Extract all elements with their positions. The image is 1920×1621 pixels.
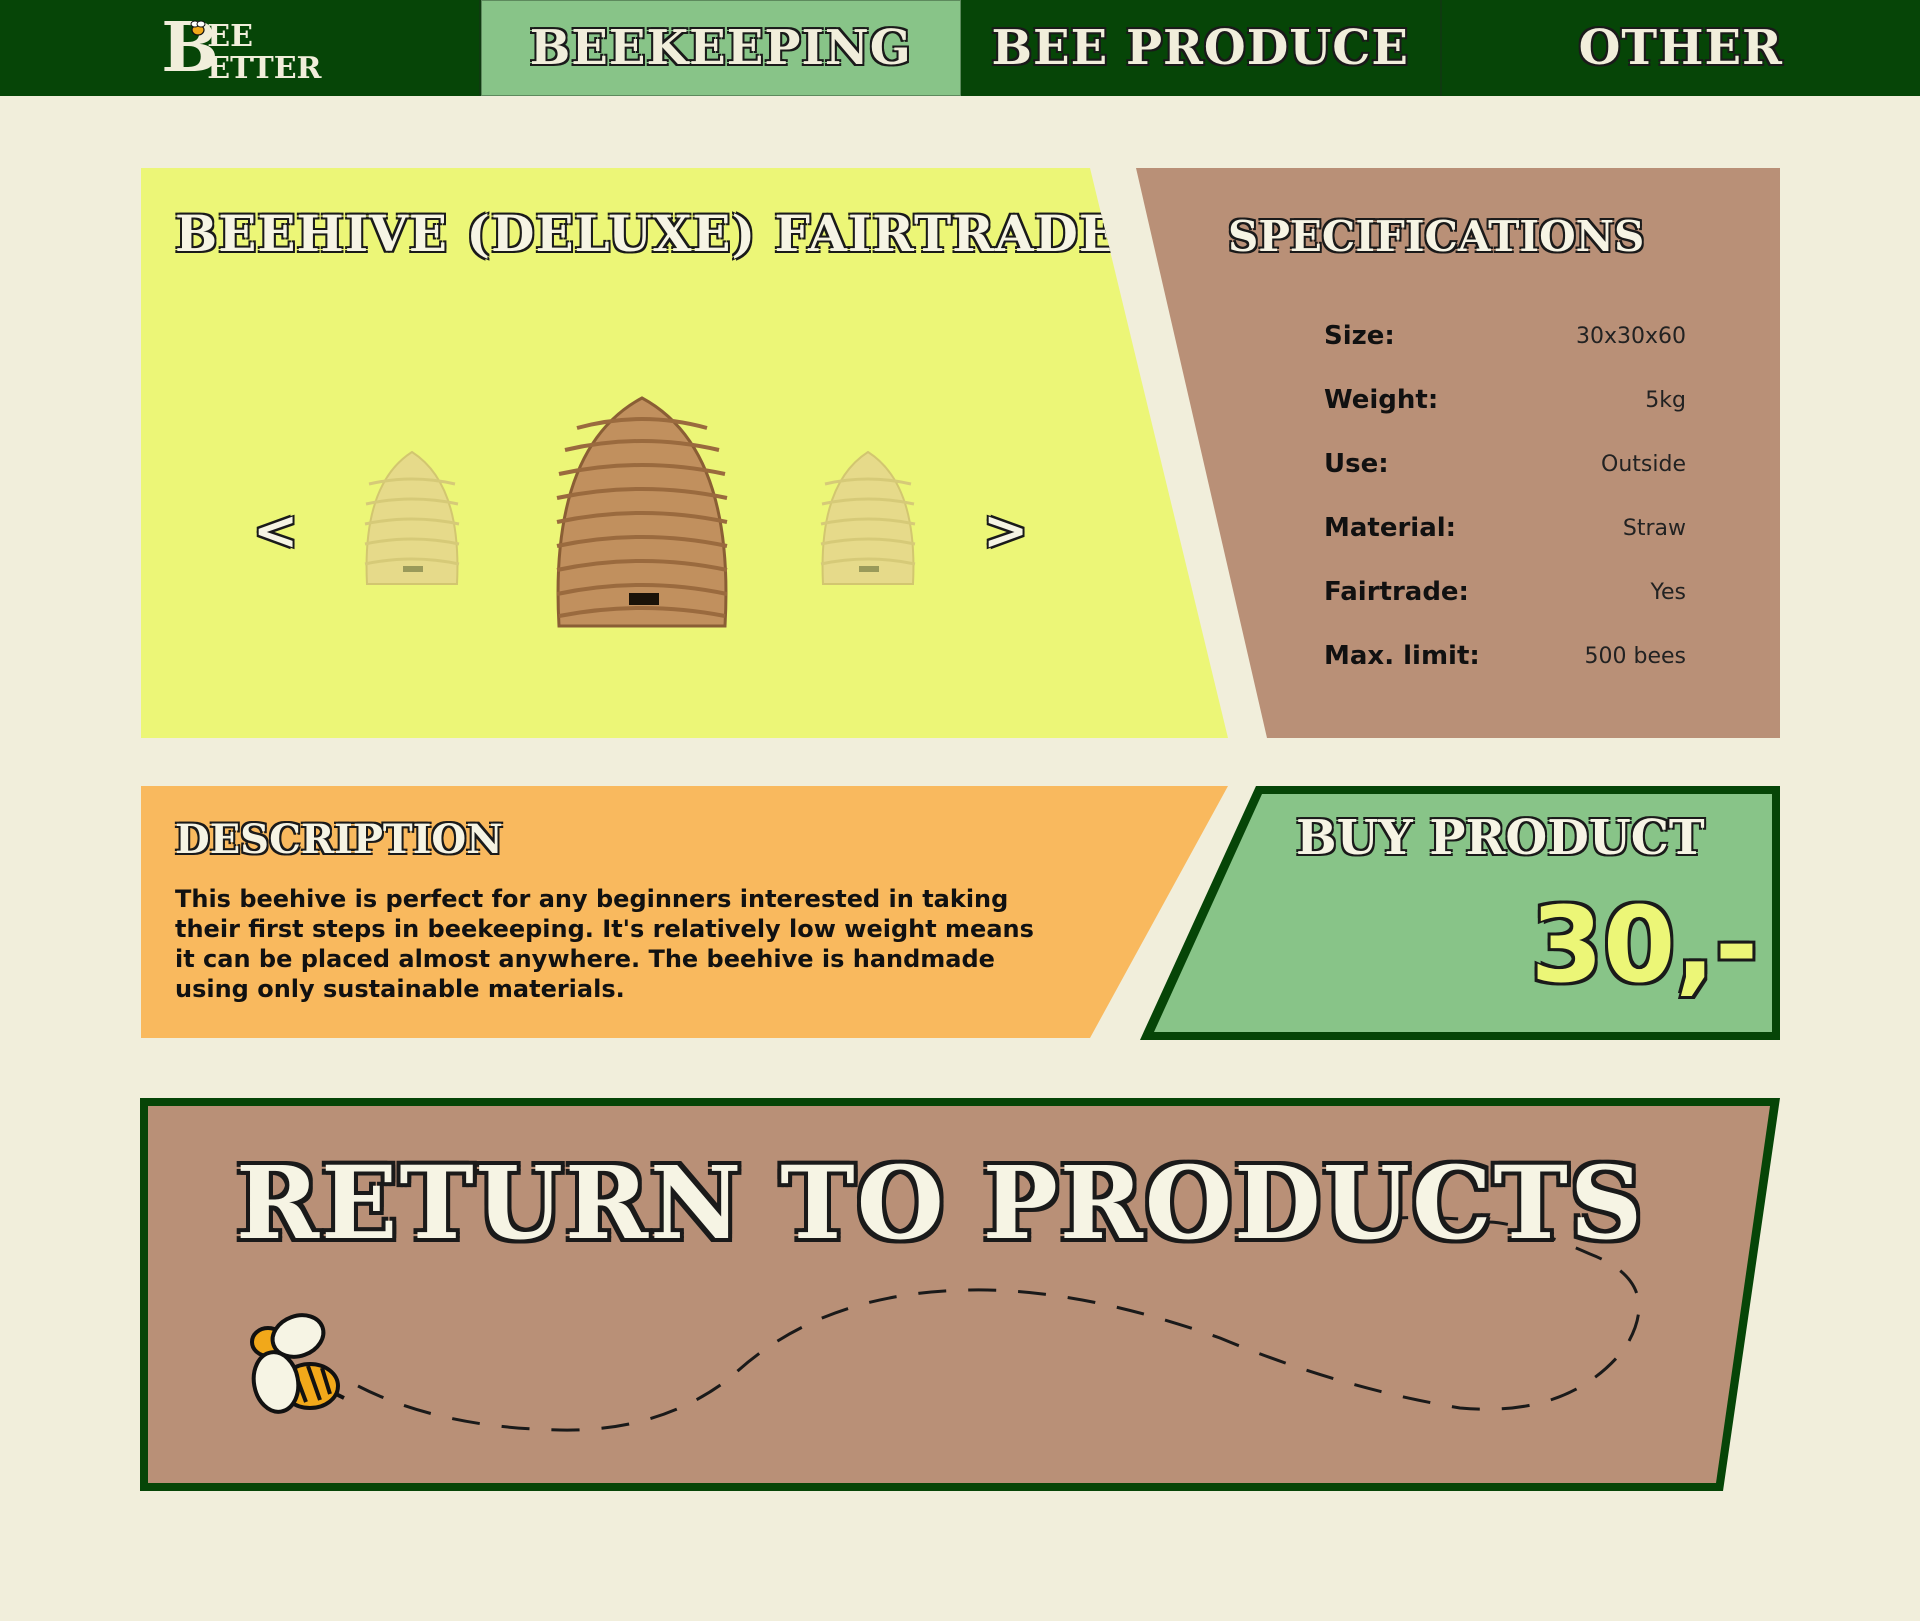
return-to-products-label: RETURN TO PRODUCTS	[236, 1144, 1645, 1262]
description-panel: DESCRIPTION This beehive is perfect for …	[141, 786, 1228, 1038]
top-nav: B EE ETTER BEEKEEPING BEE PRODUCE OTHER	[0, 0, 1920, 96]
return-to-products-button[interactable]: RETURN TO PRODUCTS	[140, 1098, 1780, 1491]
bee-icon	[250, 1313, 345, 1414]
spec-key: Fairtrade:	[1324, 577, 1469, 607]
spec-value: 500 bees	[1584, 643, 1686, 669]
spec-key: Size:	[1324, 321, 1395, 351]
spec-value: Yes	[1650, 579, 1686, 605]
spec-row: Fairtrade: Yes	[1324, 572, 1686, 612]
spec-value: 30x30x60	[1575, 323, 1686, 349]
bee-better-logo: B EE ETTER	[149, 8, 329, 88]
spec-row: Weight: 5kg	[1324, 380, 1686, 420]
nav-label-bee-produce: BEE PRODUCE	[991, 20, 1410, 76]
buy-product-button[interactable]: BUY PRODUCT 30,-	[1140, 786, 1780, 1040]
nav-item-other[interactable]: OTHER	[1442, 0, 1920, 96]
buy-product-label: BUY PRODUCT	[1296, 810, 1705, 866]
spec-row: Max. limit: 500 bees	[1324, 636, 1686, 676]
nav-label-other: OTHER	[1578, 20, 1783, 76]
logo-link[interactable]: B EE ETTER	[0, 0, 481, 96]
specifications-panel: SPECIFICATIONS Size: 30x30x60 Weight: 5k…	[1136, 168, 1780, 738]
spec-key: Max. limit:	[1324, 641, 1480, 671]
product-title: BEEHIVE (DELUXE) FAIRTRADE	[175, 204, 1118, 263]
logo-bee-icon	[190, 20, 206, 36]
description-text: This beehive is perfect for any beginner…	[175, 885, 1034, 1003]
logo-text-etter: ETTER	[207, 51, 322, 86]
logo-text-ee: EE	[207, 19, 253, 54]
nav-item-beekeeping[interactable]: BEEKEEPING	[480, 0, 961, 96]
spec-key: Weight:	[1324, 385, 1439, 415]
product-gallery-panel: BEEHIVE (DELUXE) FAIRTRADE < >	[141, 168, 1228, 738]
spec-key: Material:	[1324, 513, 1457, 543]
beehive-main-image	[556, 396, 728, 628]
spec-value: Straw	[1622, 515, 1686, 541]
spec-row: Use: Outside	[1324, 444, 1686, 484]
carousel-next-button[interactable]: >	[983, 498, 1028, 562]
spec-row: Size: 30x30x60	[1324, 316, 1686, 356]
beehive-thumbnail-right[interactable]	[813, 444, 923, 589]
spec-value: 5kg	[1645, 387, 1686, 413]
nav-label-beekeeping: BEEKEEPING	[529, 20, 912, 76]
carousel-prev-button[interactable]: <	[253, 498, 298, 562]
spec-key: Use:	[1324, 449, 1389, 479]
description-title: DESCRIPTION	[175, 816, 503, 863]
specifications-title: SPECIFICATIONS	[1228, 212, 1645, 261]
spec-value: Outside	[1601, 451, 1686, 477]
spec-row: Material: Straw	[1324, 508, 1686, 548]
product-price: 30,-	[1530, 884, 1758, 1006]
beehive-thumbnail-left[interactable]	[357, 444, 467, 589]
nav-item-bee-produce[interactable]: BEE PRODUCE	[961, 0, 1442, 96]
